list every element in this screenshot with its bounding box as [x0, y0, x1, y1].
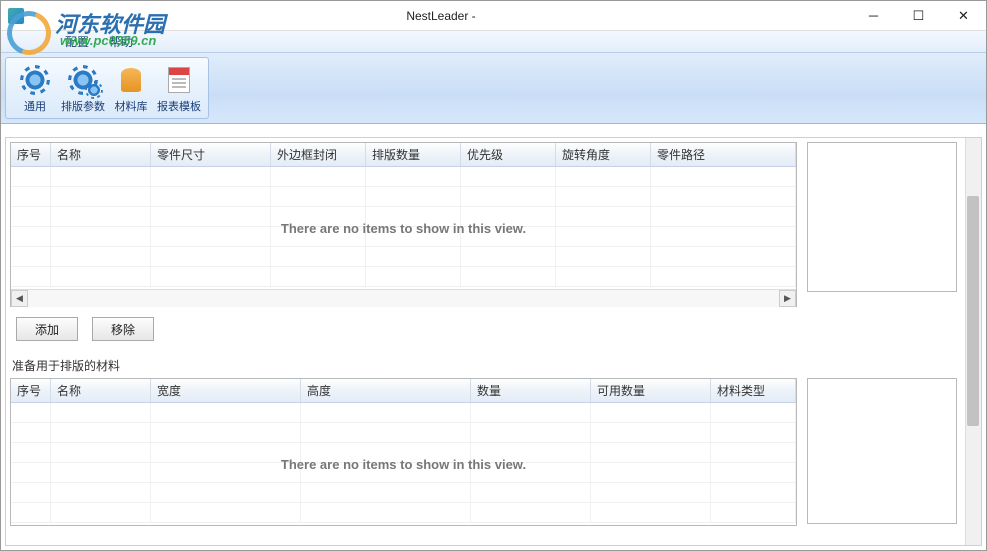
- content-pane: 序号 名称 零件尺寸 外边框封闭 排版数量 优先级 旋转角度 零件路径: [5, 137, 982, 546]
- materials-table-body: There are no items to show in this view.: [11, 403, 796, 525]
- database-icon: [115, 64, 147, 96]
- materials-table-header: 序号 名称 宽度 高度 数量 可用数量 材料类型: [11, 379, 796, 403]
- add-button[interactable]: 添加: [16, 317, 78, 341]
- maximize-button[interactable]: ☐: [896, 1, 941, 30]
- materials-preview-panel: [807, 378, 957, 524]
- mat-col-height[interactable]: 高度: [301, 379, 471, 402]
- menu-bar: 配置 帮助: [1, 31, 986, 53]
- menu-config[interactable]: 配置: [55, 31, 99, 52]
- parts-col-priority[interactable]: 优先级: [461, 143, 556, 166]
- ribbon-nest-params-button[interactable]: 排版参数: [60, 62, 106, 116]
- mat-col-type[interactable]: 材料类型: [711, 379, 796, 402]
- app-icon-wrap: [1, 8, 31, 24]
- remove-button[interactable]: 移除: [92, 317, 154, 341]
- parts-empty-message: There are no items to show in this view.: [11, 167, 796, 289]
- scroll-right-icon[interactable]: ▶: [779, 290, 796, 307]
- parts-table[interactable]: 序号 名称 零件尺寸 外边框封闭 排版数量 优先级 旋转角度 零件路径: [10, 142, 797, 307]
- ribbon-material-lib-label: 材料库: [115, 98, 148, 114]
- materials-empty-message: There are no items to show in this view.: [11, 403, 796, 525]
- parts-preview-panel: [807, 142, 957, 292]
- window-title: NestLeader -: [31, 9, 851, 23]
- report-icon: [163, 64, 195, 96]
- mat-col-width[interactable]: 宽度: [151, 379, 301, 402]
- parts-col-path[interactable]: 零件路径: [651, 143, 796, 166]
- ribbon-nest-params-label: 排版参数: [61, 98, 105, 114]
- scroll-track[interactable]: [28, 290, 779, 307]
- ribbon-general-button[interactable]: 通用: [12, 62, 58, 116]
- close-button[interactable]: ✕: [941, 1, 986, 30]
- materials-table[interactable]: 序号 名称 宽度 高度 数量 可用数量 材料类型: [10, 378, 797, 526]
- mat-col-index[interactable]: 序号: [11, 379, 51, 402]
- parts-col-rotation[interactable]: 旋转角度: [556, 143, 651, 166]
- materials-section-label: 准备用于排版的材料: [12, 357, 957, 374]
- parts-col-index[interactable]: 序号: [11, 143, 51, 166]
- ribbon-material-lib-button[interactable]: 材料库: [108, 62, 154, 116]
- parts-col-closed[interactable]: 外边框封闭: [271, 143, 366, 166]
- gear-icon: [19, 64, 51, 96]
- ribbon-report-template-label: 报表模板: [157, 98, 201, 114]
- mat-col-qty[interactable]: 数量: [471, 379, 591, 402]
- mat-col-avail[interactable]: 可用数量: [591, 379, 711, 402]
- gears-icon: [67, 64, 99, 96]
- menu-help[interactable]: 帮助: [99, 31, 143, 52]
- app-icon: [8, 8, 24, 24]
- ribbon-report-template-button[interactable]: 报表模板: [156, 62, 202, 116]
- title-bar: NestLeader - ─ ☐ ✕: [1, 1, 986, 31]
- parts-table-header: 序号 名称 零件尺寸 外边框封闭 排版数量 优先级 旋转角度 零件路径: [11, 143, 796, 167]
- parts-col-qty[interactable]: 排版数量: [366, 143, 461, 166]
- ribbon-group: 通用 排版参数 材料库 报表模板: [5, 57, 209, 119]
- scroll-left-icon[interactable]: ◀: [11, 290, 28, 307]
- parts-table-body: There are no items to show in this view.: [11, 167, 796, 289]
- ribbon-toolbar: 通用 排版参数 材料库 报表模板: [1, 53, 986, 124]
- parts-col-size[interactable]: 零件尺寸: [151, 143, 271, 166]
- ribbon-general-label: 通用: [24, 98, 46, 114]
- parts-horizontal-scrollbar[interactable]: ◀ ▶: [11, 289, 796, 306]
- parts-col-name[interactable]: 名称: [51, 143, 151, 166]
- minimize-button[interactable]: ─: [851, 1, 896, 30]
- mat-col-name[interactable]: 名称: [51, 379, 151, 402]
